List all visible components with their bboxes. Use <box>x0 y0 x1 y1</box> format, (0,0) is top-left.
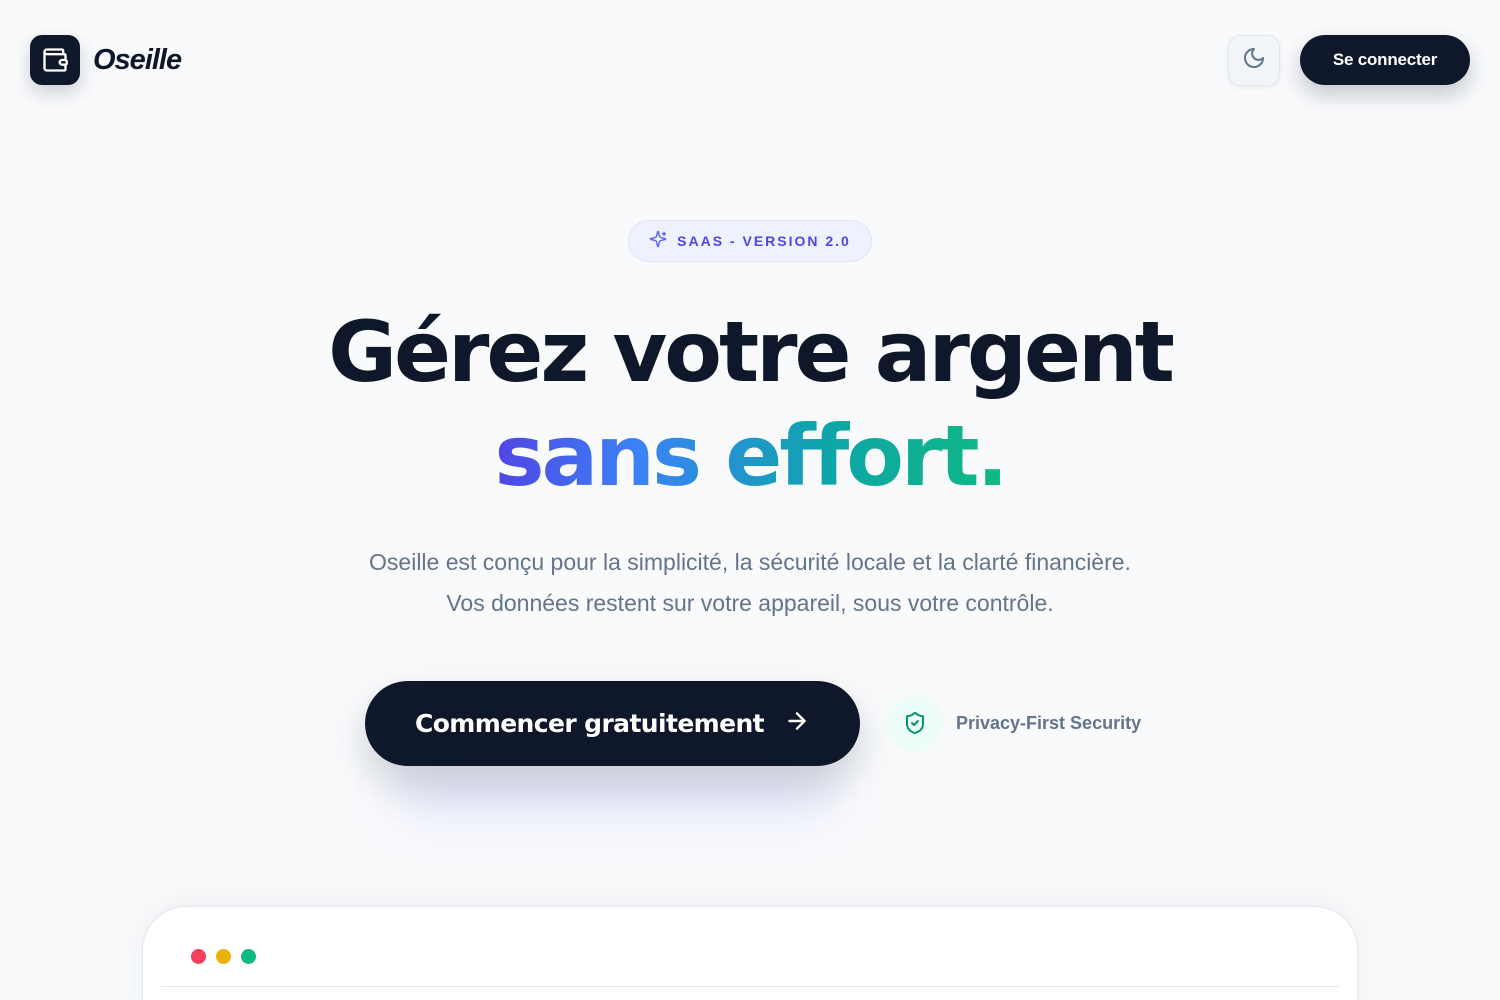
login-button[interactable]: Se connecter <box>1300 35 1470 85</box>
moon-icon <box>1242 46 1266 75</box>
wallet-icon <box>30 35 80 85</box>
badge-label: SAAS - VERSION 2.0 <box>677 233 851 249</box>
privacy-label: Privacy-First Security <box>956 712 1142 733</box>
shield-check-icon <box>890 698 940 748</box>
hero-headline: Gérez votre argent sans effort. <box>0 300 1500 508</box>
brand-logo[interactable]: Oseille <box>30 35 182 85</box>
cta-label: Commencer gratuitement <box>414 709 765 738</box>
brand-name: Oseille <box>93 43 182 76</box>
theme-toggle-button[interactable] <box>1228 35 1280 86</box>
window-dot-yellow <box>216 949 231 964</box>
preview-divider <box>161 986 1339 987</box>
arrow-right-icon <box>784 708 810 740</box>
subtitle-line-2: Vos données restent sur votre appareil, … <box>446 590 1054 616</box>
hero-subtitle: Oseille est conçu pour la simplicité, la… <box>0 542 1500 624</box>
landing-page: Oseille Se connecter SAAS - VERSION 2.0 … <box>0 0 1500 1000</box>
version-badge: SAAS - VERSION 2.0 <box>628 220 872 262</box>
app-preview-window <box>142 906 1358 1000</box>
window-dot-green <box>241 949 256 964</box>
get-started-button[interactable]: Commencer gratuitement <box>365 681 860 766</box>
privacy-badge: Privacy-First Security <box>890 698 1141 748</box>
cta-glow <box>395 760 835 820</box>
window-dot-red <box>191 949 206 964</box>
subtitle-line-1: Oseille est conçu pour la simplicité, la… <box>369 549 1131 575</box>
headline-line-1: Gérez votre argent <box>328 303 1175 401</box>
headline-line-2: sans effort. <box>495 404 1009 508</box>
sparkles-icon <box>649 230 667 253</box>
